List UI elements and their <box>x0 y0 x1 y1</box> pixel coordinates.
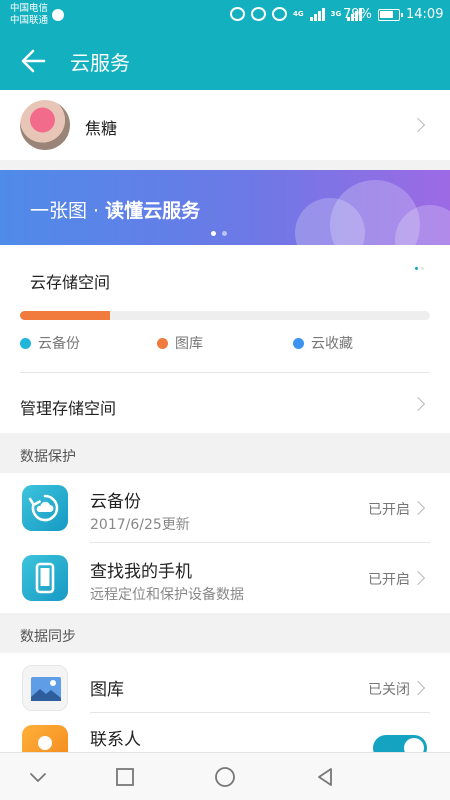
banner-text: 一张图 · 读懂云服务 <box>30 196 200 223</box>
banner-text-bold: 读懂云服务 <box>105 200 201 222</box>
chevron-right-icon <box>410 500 426 516</box>
divider <box>90 542 430 543</box>
row-subtitle: 2017/6/25更新 <box>90 517 190 533</box>
globe-icon <box>52 9 64 21</box>
network-type-1: 4G <box>293 9 304 18</box>
row-title: 云备份 <box>90 492 141 512</box>
chevron-right-icon <box>410 680 426 696</box>
legend-cloud-backup: 云备份 <box>20 333 80 353</box>
battery-percent: 79% <box>343 7 372 22</box>
avatar <box>20 100 70 150</box>
storage-usage-bar <box>20 311 430 320</box>
row-subtitle: 远程定位和保护设备数据 <box>90 587 244 603</box>
section-title: 数据同步 <box>20 629 76 645</box>
status-label: 已开启 <box>368 572 410 588</box>
manage-storage-label: 管理存储空间 <box>20 399 117 418</box>
battery-icon <box>378 9 403 21</box>
page-title: 云服务 <box>70 51 130 75</box>
user-name: 焦糖 <box>85 119 118 138</box>
carrier-1: 中国电信 <box>10 3 49 14</box>
nav-down-icon[interactable] <box>26 765 50 789</box>
storage-title: 云存储空间 <box>30 273 111 292</box>
manage-storage-row[interactable]: 管理存储空间 <box>0 373 450 433</box>
row-title: 查找我的手机 <box>90 562 192 582</box>
storage-card: 云存储空间 云备份 图库 云收藏 管理存储空间 <box>0 245 450 433</box>
row-cloud-backup[interactable]: 云备份 2017/6/25更新 已开启 <box>0 473 450 543</box>
headset-icon <box>251 7 266 21</box>
legend-label: 云备份 <box>38 336 80 352</box>
contacts-sync-toggle[interactable] <box>373 735 427 752</box>
nav-recents-icon[interactable] <box>113 765 137 789</box>
legend-dot <box>20 337 31 349</box>
row-title: 图库 <box>90 680 124 700</box>
chevron-right-icon <box>410 396 426 412</box>
clock: 14:09 <box>406 7 444 22</box>
legend-cloud-favorites: 云收藏 <box>293 333 353 353</box>
system-nav-bar <box>0 752 450 800</box>
carrier-names: 中国电信 中国联通 <box>10 3 48 27</box>
storage-pager <box>415 267 424 270</box>
row-title: 联系人 <box>90 730 141 750</box>
chevron-right-icon <box>410 570 426 586</box>
app-bar: 云服务 <box>0 32 450 90</box>
contacts-icon <box>22 725 68 752</box>
status-bar: 中国电信 中国联通 4G 3G 79% 14:09 <box>0 0 450 32</box>
cloud-backup-icon <box>22 485 68 531</box>
promo-banner[interactable]: 一张图 · 读懂云服务 <box>0 170 450 245</box>
carrier-2: 中国联通 <box>10 15 49 26</box>
pager-dot[interactable] <box>211 231 216 236</box>
signal-1-icon <box>309 7 325 21</box>
status-label: 已开启 <box>368 502 410 518</box>
legend-label: 云收藏 <box>311 336 353 352</box>
legend-label: 图库 <box>175 336 203 352</box>
legend-dot <box>293 337 304 349</box>
find-phone-icon <box>22 555 68 601</box>
legend-gallery: 图库 <box>157 333 203 353</box>
nfc-icon <box>230 7 245 21</box>
banner-text-light: 一张图 · <box>30 200 106 222</box>
status-label: 已关闭 <box>368 682 410 698</box>
row-find-phone[interactable]: 查找我的手机 远程定位和保护设备数据 已开启 <box>0 543 450 613</box>
arrow-left-icon[interactable] <box>18 45 50 77</box>
row-contacts[interactable]: 联系人 <box>0 713 450 752</box>
banner-pager <box>211 231 227 236</box>
nav-home-icon[interactable] <box>213 765 237 789</box>
chevron-right-icon <box>410 117 426 133</box>
network-type-2: 3G <box>330 9 342 18</box>
divider <box>90 712 430 713</box>
profile-row[interactable]: 焦糖 <box>0 90 450 160</box>
section-header-protection: 数据保护 <box>0 433 450 473</box>
eye-icon <box>272 7 287 21</box>
section-title: 数据保护 <box>20 449 76 465</box>
section-header-sync: 数据同步 <box>0 613 450 653</box>
legend-dot <box>157 337 168 349</box>
gallery-icon <box>22 665 68 711</box>
nav-back-icon[interactable] <box>313 765 337 789</box>
pager-dot[interactable] <box>222 231 227 236</box>
